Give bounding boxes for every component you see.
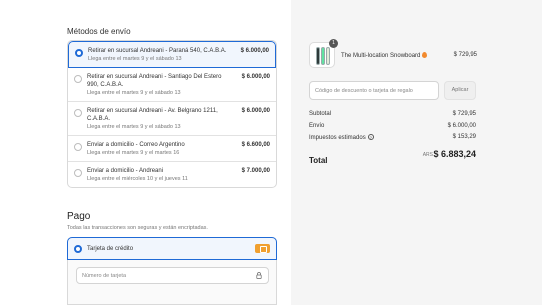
cart-line-item: 1 The Multi-location Snowboard $ 729,95 [309, 39, 479, 69]
payment-method-label: Tarjeta de crédito [87, 246, 134, 252]
shipping-value: $ 6.000,00 [447, 123, 476, 129]
total-row: Total ARS $ 6.883,24 [309, 149, 476, 168]
shipping-label: Envío [309, 123, 325, 129]
shipping-option-price: $ 7.000,00 [241, 168, 270, 174]
subtotal-row: Subtotal $ 729,95 [309, 111, 476, 117]
shipping-option-price: $ 6.000,00 [240, 48, 269, 54]
shipping-option-eta: Llega entre el martes 9 y el martes 16 [87, 150, 180, 156]
product-thumbnail: 1 [309, 39, 338, 68]
discount-placeholder: Código de descuento o tarjeta de regalo [315, 88, 413, 94]
shipping-option-eta: Llega entre el martes 9 y el sábado 13 [87, 90, 181, 96]
shipping-option-eta: Llega entre el martes 9 y el sábado 13 [87, 124, 181, 130]
payment-subtitle: Todas las transacciones son seguras y es… [67, 225, 208, 231]
shipping-option[interactable]: Enviar a domicilio - Andreani Llega entr… [68, 162, 276, 187]
radio-icon[interactable] [74, 143, 82, 151]
shipping-option-price: $ 6.600,00 [241, 142, 270, 148]
total-value: $ 6.883,24 [433, 149, 476, 159]
shipping-option-price: $ 6.000,00 [241, 108, 270, 114]
shipping-option-eta: Llega entre el martes 9 y el sábado 13 [88, 56, 182, 62]
snowboard-image [326, 47, 330, 65]
total-label: Total [309, 156, 328, 165]
product-name-row: The Multi-location Snowboard [341, 52, 428, 59]
total-currency: ARS [422, 152, 433, 158]
quantity-badge: 1 [329, 39, 338, 48]
lock-icon [256, 272, 262, 279]
shipping-option[interactable]: Retirar en sucursal Andreani - Paraná 54… [68, 41, 276, 68]
snowboard-image [321, 47, 325, 65]
fire-icon [422, 52, 428, 58]
shipping-row: Envío $ 6.000,00 [309, 123, 476, 129]
shipping-option-eta: Llega entre el miércoles 10 y el jueves … [87, 176, 188, 182]
shipping-option-price: $ 6.000,00 [241, 74, 270, 80]
shipping-option[interactable]: Retirar en sucursal Andreani - Santiago … [68, 68, 276, 102]
taxes-value: $ 153,29 [452, 134, 476, 140]
shipping-option[interactable]: Enviar a domicilio - Correo Argentino Ll… [68, 136, 276, 162]
payment-title: Pago [67, 211, 91, 222]
shipping-options-list: Retirar en sucursal Andreani - Paraná 54… [67, 40, 277, 188]
subtotal-value: $ 729,95 [452, 111, 476, 117]
question-icon[interactable]: ? [367, 134, 374, 140]
payment-option-credit-card[interactable]: Tarjeta de crédito [67, 237, 277, 260]
radio-icon[interactable] [74, 169, 82, 177]
checkout-form-panel: Métodos de envío Retirar en sucursal And… [0, 0, 291, 305]
taxes-row: Impuestos estimados? $ 153,29 [309, 134, 476, 141]
snowboard-image [316, 47, 320, 65]
card-number-input[interactable]: Número de tarjeta [76, 267, 269, 284]
radio-icon[interactable] [74, 75, 82, 83]
product-name: The Multi-location Snowboard [341, 53, 421, 59]
credit-card-icon [255, 244, 270, 253]
payment-methods: Tarjeta de crédito Número de tarjeta [67, 237, 277, 305]
card-number-placeholder: Número de tarjeta [82, 273, 127, 279]
shipping-methods-title: Métodos de envío [67, 27, 131, 36]
product-price: $ 729,95 [453, 52, 477, 58]
taxes-label: Impuestos estimados [309, 135, 366, 141]
subtotal-label: Subtotal [309, 111, 332, 117]
radio-selected-icon[interactable] [74, 245, 82, 253]
radio-icon[interactable] [74, 109, 82, 117]
shipping-option[interactable]: Retirar en sucursal Andreani - Av. Belgr… [68, 102, 276, 136]
radio-selected-icon[interactable] [75, 49, 83, 57]
apply-discount-button[interactable]: Aplicar [444, 81, 476, 100]
discount-code-input[interactable]: Código de descuento o tarjeta de regalo [309, 81, 439, 100]
